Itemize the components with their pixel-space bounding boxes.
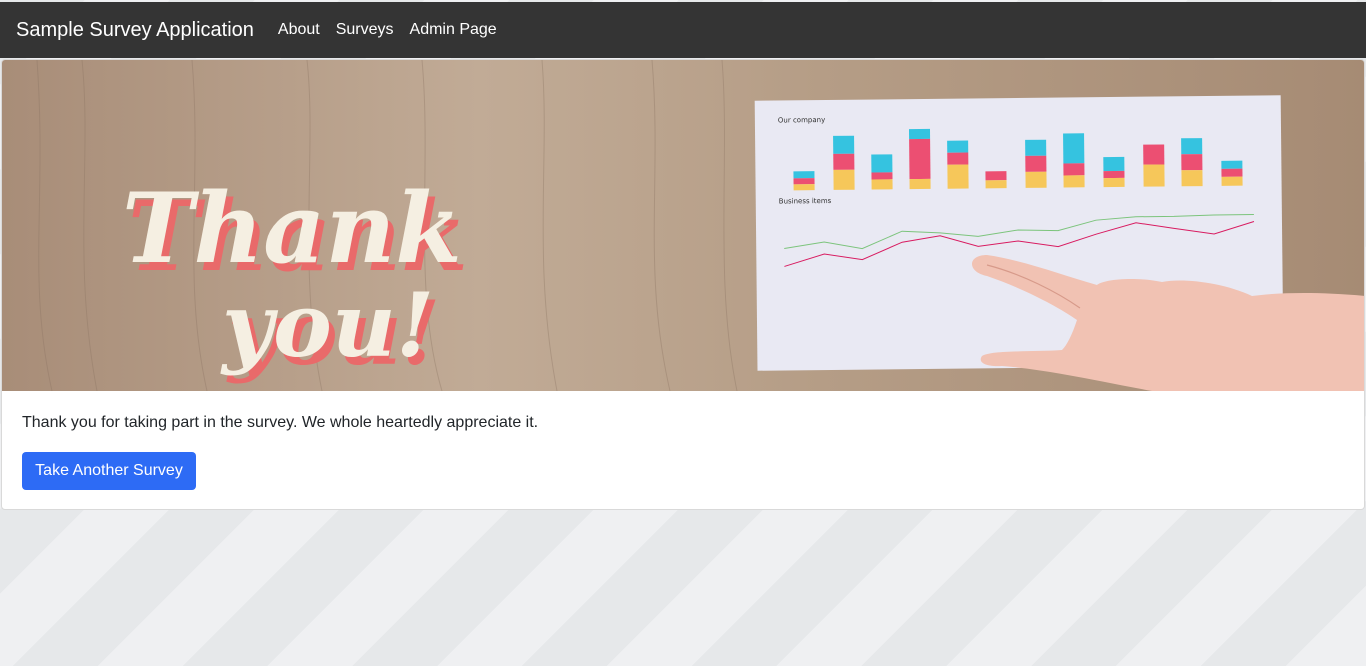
take-another-survey-button[interactable]: Take Another Survey — [22, 452, 196, 490]
thank-you-card: Thank Thank you! you! Our company Busine… — [1, 59, 1365, 510]
paper-title: Our company — [778, 116, 825, 124]
brand-link[interactable]: Sample Survey Application — [16, 19, 254, 42]
thank-you-hero-image: Thank Thank you! you! Our company Busine… — [2, 60, 1364, 391]
nav-link-admin-page[interactable]: Admin Page — [410, 21, 497, 39]
nav-link-surveys[interactable]: Surveys — [336, 21, 394, 39]
thank-you-message: Thank you for taking part in the survey.… — [22, 414, 539, 431]
nav-link-about[interactable]: About — [278, 21, 320, 39]
image-text-you: you! — [220, 273, 434, 377]
image-text-thank: Thank — [122, 172, 462, 285]
top-navbar: Sample Survey Application About Surveys … — [0, 2, 1366, 58]
paper-subtitle: Business items — [779, 197, 832, 206]
card-body: Thank you for taking part in the survey.… — [22, 414, 539, 490]
